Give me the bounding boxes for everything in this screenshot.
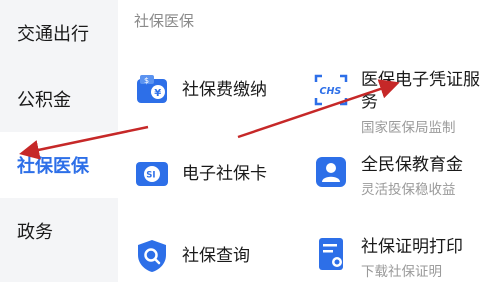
svg-text:$: $ — [144, 76, 149, 85]
tile-title: 社保查询 — [182, 246, 250, 266]
tile-subtitle: 灵活投保稳收益 — [361, 182, 456, 198]
tile-title: 医保电子凭证服务 — [361, 70, 480, 112]
sidebar-item-government[interactable]: 政务 — [0, 198, 118, 264]
section-title: 社保医保 — [134, 12, 195, 30]
tile-subtitle: 国家医保局监制 — [361, 120, 456, 136]
chs-scan-icon: CHS — [314, 74, 348, 106]
tile-title: 全民保教育金 — [361, 155, 463, 175]
shield-search-icon — [138, 240, 166, 272]
sidebar-item-housing-fund[interactable]: 公积金 — [0, 66, 118, 132]
document-print-icon — [319, 238, 343, 270]
tile-certificate-print[interactable]: 社保证明打印 下载社保证明 — [313, 236, 493, 280]
tile-social-insurance-payment[interactable]: $ ¥ 社保费缴纳 — [134, 72, 294, 112]
tile-e-social-security-card[interactable]: SI 电子社保卡 — [134, 156, 294, 196]
svg-text:CHS: CHS — [320, 86, 342, 97]
tile-subtitle: 下载社保证明 — [361, 264, 442, 280]
tile-title: 社保费缴纳 — [182, 80, 267, 100]
wallet-yuan-icon: $ ¥ — [137, 75, 167, 103]
sidebar-item-transport[interactable]: 交通出行 — [0, 0, 118, 66]
svg-text:SI: SI — [146, 171, 155, 181]
tile-title: 社保证明打印 — [361, 237, 463, 257]
tile-social-security-query[interactable]: 社保查询 — [134, 238, 294, 278]
sidebar-item-social-security[interactable]: 社保医保 — [0, 132, 118, 198]
tile-title: 电子社保卡 — [182, 164, 267, 184]
svg-text:¥: ¥ — [154, 88, 161, 99]
social-security-card-icon: SI — [136, 162, 168, 186]
tile-medical-e-voucher[interactable]: CHS 医保电子凭证服务 国家医保局监制 — [313, 70, 493, 136]
tile-education-insurance[interactable]: 全民保教育金 灵活投保稳收益 — [313, 154, 493, 198]
user-card-icon — [316, 157, 346, 187]
